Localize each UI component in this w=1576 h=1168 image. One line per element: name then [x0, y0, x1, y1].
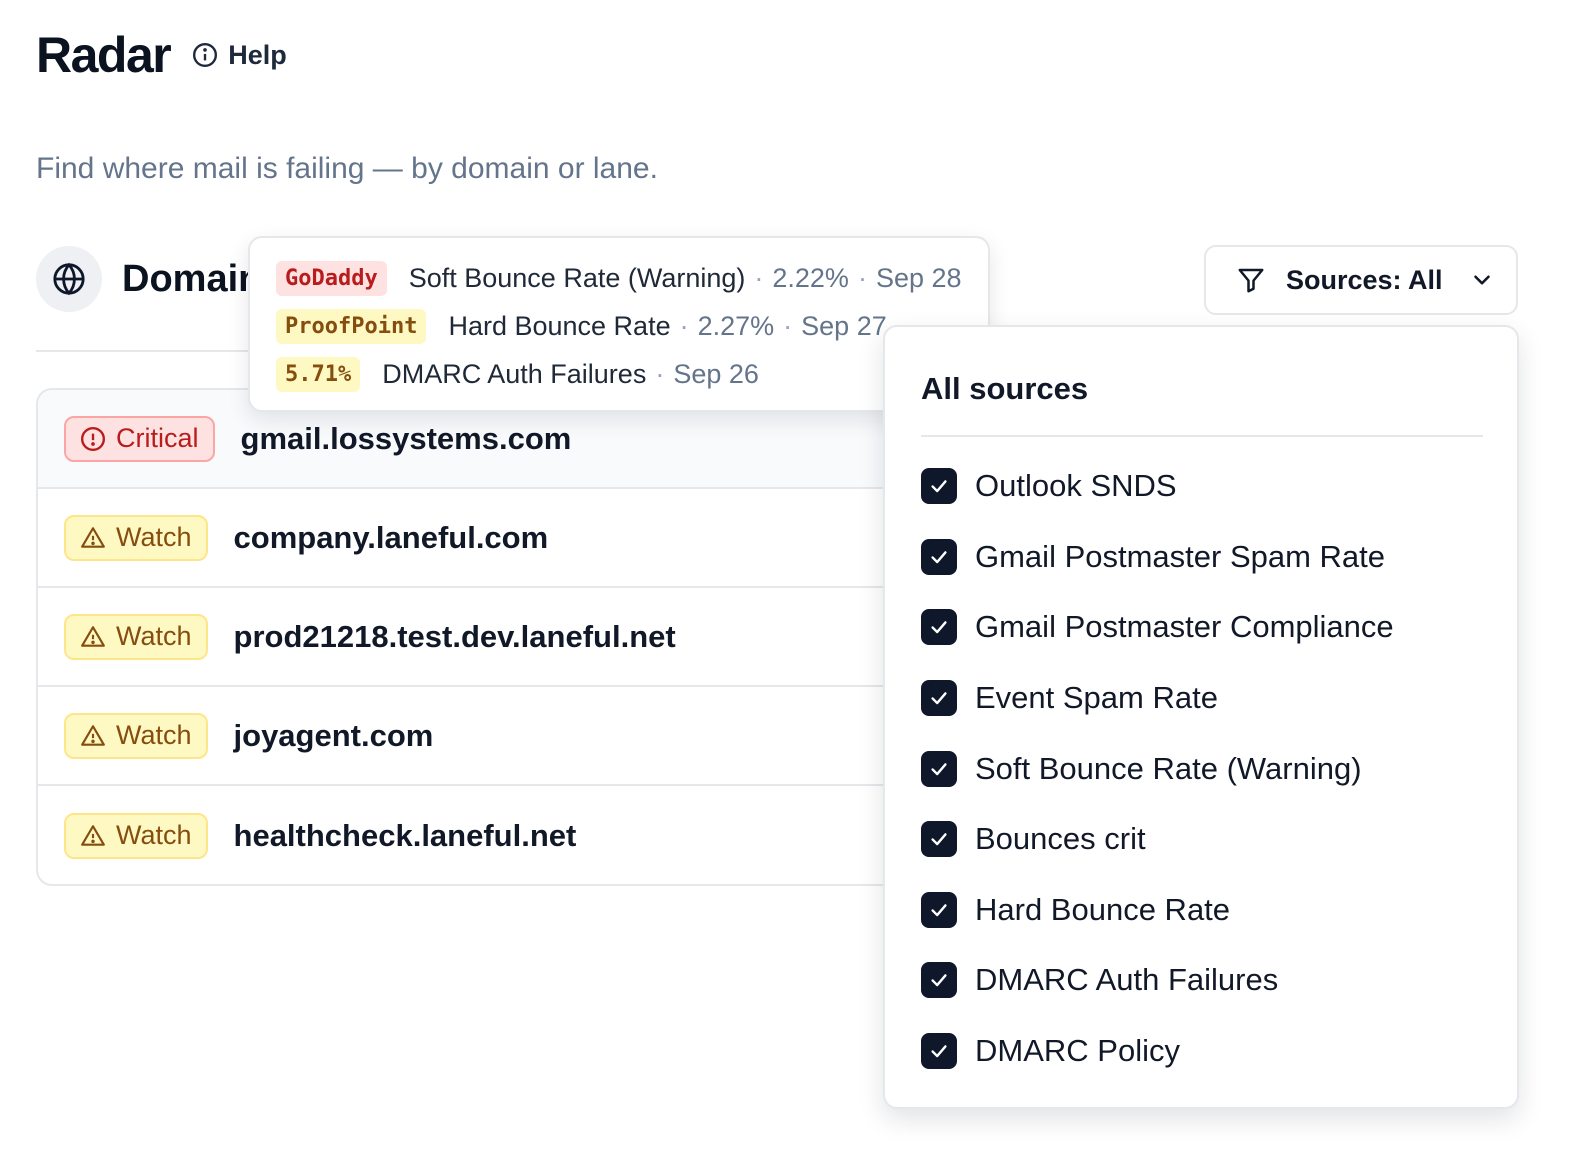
page-title: Radar: [36, 27, 172, 83]
tooltip-date: Sep 27: [801, 310, 887, 341]
source-tag: GoDaddy: [276, 260, 387, 296]
source-tag: ProofPoint: [276, 308, 427, 344]
status-label: Watch: [116, 720, 192, 750]
chevron-down-icon: [1473, 275, 1490, 285]
tooltip-value: 2.27%: [697, 310, 775, 341]
section-header: Domain: [36, 246, 261, 312]
status-badge-watch: Watch: [64, 514, 208, 561]
tooltip-metric: DMARC Auth Failures: [382, 358, 647, 389]
source-option[interactable]: Gmail Postmaster Spam Rate: [921, 522, 1394, 593]
checkbox-checked[interactable]: [921, 750, 957, 787]
all-sources-option[interactable]: All sources: [921, 371, 1088, 407]
globe-icon: [36, 246, 102, 312]
source-options: Outlook SNDS Gmail Postmaster Spam Rate …: [921, 451, 1394, 1086]
tooltip-value: 2.22%: [772, 262, 849, 293]
checkbox-checked[interactable]: [921, 609, 957, 646]
sources-filter-label: Sources: All: [1286, 264, 1443, 295]
tooltip-metric: Soft Bounce Rate (Warning): [408, 262, 746, 293]
page-subtitle: Find where mail is failing — by domain o…: [36, 152, 658, 185]
source-option[interactable]: DMARC Auth Failures: [921, 945, 1394, 1016]
help-label: Help: [228, 39, 287, 70]
domain-name[interactable]: company.laneful.com: [234, 520, 549, 556]
check-icon: [931, 1045, 947, 1058]
source-tag: 5.71%: [276, 356, 361, 392]
domain-row[interactable]: Watch joyagent.com: [38, 687, 914, 786]
domain-row[interactable]: Watch company.laneful.com: [38, 489, 914, 588]
check-icon: [931, 480, 947, 493]
source-option-label: Gmail Postmaster Spam Rate: [975, 538, 1386, 574]
check-icon: [931, 974, 947, 987]
domain-row[interactable]: Watch prod21218.test.dev.laneful.net: [38, 588, 914, 687]
tooltip-row: 5.71% DMARC Auth Failures · Sep 26: [276, 350, 962, 398]
checkbox-checked[interactable]: [921, 1033, 957, 1070]
source-option-label: DMARC Policy: [975, 1033, 1180, 1069]
check-icon: [931, 692, 947, 705]
warning-triangle-icon: [81, 625, 105, 647]
source-option[interactable]: Outlook SNDS: [921, 451, 1394, 522]
tooltip-date: Sep 28: [875, 262, 962, 293]
tooltip-date: Sep 26: [673, 358, 759, 389]
domain-name[interactable]: prod21218.test.dev.laneful.net: [234, 619, 676, 655]
status-label: Critical: [116, 423, 199, 453]
source-option[interactable]: Bounces crit: [921, 804, 1394, 875]
domain-row[interactable]: Watch healthcheck.laneful.net: [38, 786, 914, 884]
source-option[interactable]: Hard Bounce Rate: [921, 875, 1394, 946]
status-badge-watch: Watch: [64, 712, 208, 759]
check-icon: [931, 621, 947, 634]
separator: ·: [655, 358, 665, 389]
source-option-label: Outlook SNDS: [975, 468, 1177, 504]
help-link[interactable]: Help: [192, 40, 287, 71]
status-label: Watch: [116, 820, 192, 850]
tooltip-row: ProofPoint Hard Bounce Rate · 2.27% · Se…: [276, 302, 962, 350]
domain-list: Critical gmail.lossystems.com Watch comp…: [36, 388, 916, 886]
source-option-label: Bounces crit: [975, 821, 1146, 857]
domain-name[interactable]: joyagent.com: [234, 718, 434, 754]
checkbox-checked[interactable]: [921, 468, 957, 505]
page-header: Radar Help: [36, 26, 287, 84]
checkbox-checked[interactable]: [921, 821, 957, 858]
source-option[interactable]: Gmail Postmaster Compliance: [921, 592, 1394, 663]
check-icon: [931, 551, 947, 564]
source-option-label: DMARC Auth Failures: [975, 962, 1279, 998]
source-option-label: Gmail Postmaster Compliance: [975, 609, 1394, 645]
sources-filter-button[interactable]: Sources: All: [1204, 245, 1518, 315]
status-badge-critical: Critical: [64, 415, 215, 462]
source-option[interactable]: DMARC Policy: [921, 1016, 1394, 1087]
checkbox-checked[interactable]: [921, 680, 957, 717]
tooltip-metric: Hard Bounce Rate: [448, 310, 671, 341]
source-option-label: Soft Bounce Rate (Warning): [975, 750, 1362, 786]
alert-circle-icon: [80, 426, 106, 451]
source-option-label: Hard Bounce Rate: [975, 891, 1231, 927]
separator: ·: [857, 262, 867, 293]
check-icon: [931, 762, 947, 775]
separator: ·: [783, 310, 793, 341]
tooltip-row: GoDaddy Soft Bounce Rate (Warning) · 2.2…: [276, 254, 962, 302]
source-option[interactable]: Soft Bounce Rate (Warning): [921, 733, 1394, 804]
filter-funnel-icon: [1238, 268, 1264, 293]
dropdown-divider: [921, 435, 1483, 437]
info-circle-icon: [193, 42, 218, 68]
alerts-tooltip: GoDaddy Soft Bounce Rate (Warning) · 2.2…: [248, 236, 990, 412]
warning-triangle-icon: [81, 526, 105, 548]
warning-triangle-icon: [81, 724, 105, 746]
separator: ·: [679, 310, 689, 341]
domain-name[interactable]: healthcheck.laneful.net: [234, 818, 577, 854]
status-badge-watch: Watch: [64, 613, 208, 660]
checkbox-checked[interactable]: [921, 891, 957, 928]
check-icon: [931, 904, 947, 917]
source-option[interactable]: Event Spam Rate: [921, 663, 1394, 734]
status-label: Watch: [116, 621, 192, 651]
checkbox-checked[interactable]: [921, 538, 957, 575]
status-label: Watch: [116, 522, 192, 552]
separator: ·: [754, 262, 764, 293]
checkbox-checked[interactable]: [921, 962, 957, 999]
domain-name[interactable]: gmail.lossystems.com: [241, 421, 572, 457]
warning-triangle-icon: [81, 824, 105, 846]
check-icon: [931, 833, 947, 846]
sources-dropdown: All sources Outlook SNDS Gmail Postmaste…: [883, 325, 1519, 1109]
status-badge-watch: Watch: [64, 812, 208, 859]
section-title: Domain: [122, 257, 262, 300]
source-option-label: Event Spam Rate: [975, 680, 1218, 716]
